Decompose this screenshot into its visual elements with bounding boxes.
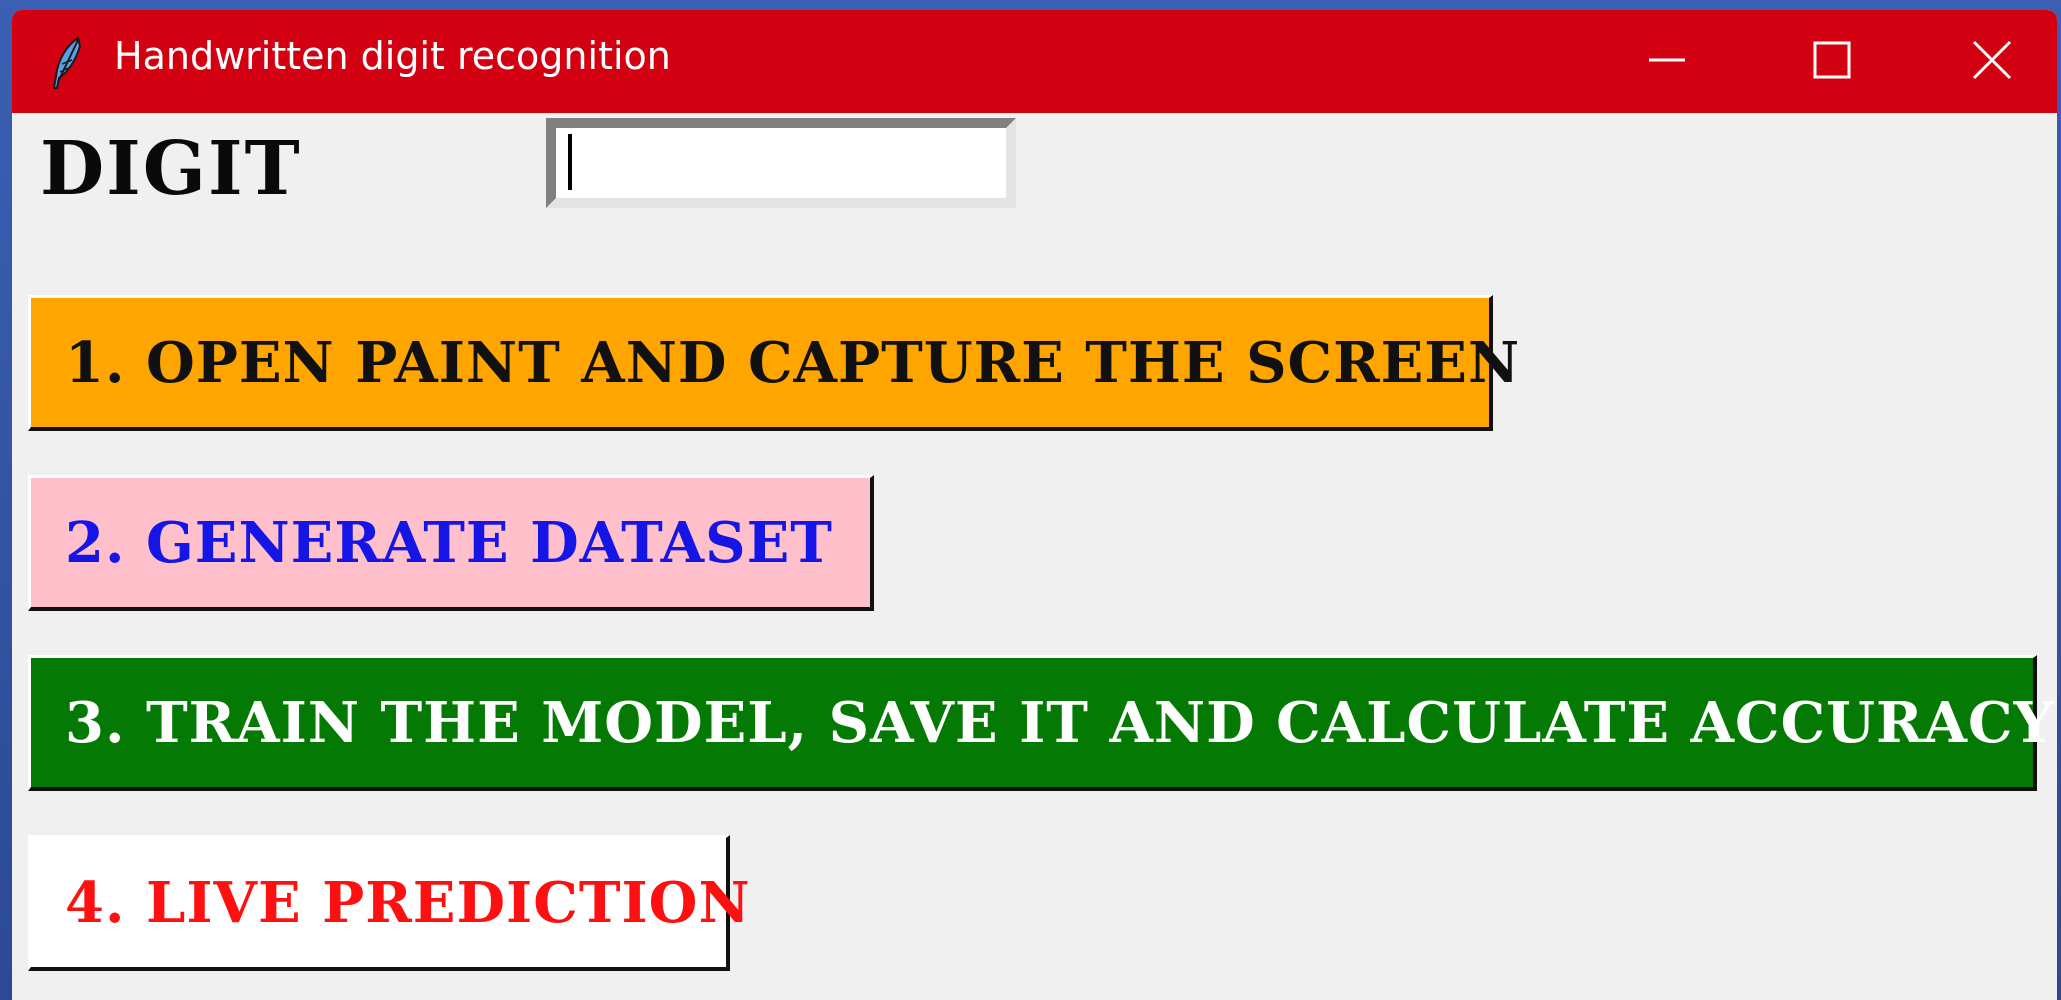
close-button[interactable]: [1917, 10, 2057, 113]
minimize-icon: [1647, 40, 1687, 84]
maximize-button[interactable]: [1757, 10, 1907, 113]
text-cursor: [568, 134, 572, 190]
window-title: Handwritten digit recognition: [114, 34, 671, 78]
digit-input[interactable]: [546, 118, 1016, 208]
close-icon: [1971, 39, 2013, 85]
maximize-icon: [1812, 40, 1852, 84]
digit-label: DIGIT: [40, 126, 302, 212]
open-paint-capture-button[interactable]: 1. Open paint and capture the screen: [28, 295, 1519, 431]
feather-icon: [48, 36, 88, 90]
live-prediction-button[interactable]: 4. Live prediction: [28, 835, 750, 971]
train-model-button[interactable]: 3. Train the model, save it and calculat…: [28, 655, 2054, 791]
minimize-button[interactable]: [1592, 10, 1742, 113]
title-bar[interactable]: Handwritten digit recognition: [12, 10, 2057, 113]
generate-dataset-button[interactable]: 2. Generate dataset: [28, 475, 874, 611]
app-window: Handwritten digit recognition DIGIT 1. O…: [12, 10, 2057, 1000]
